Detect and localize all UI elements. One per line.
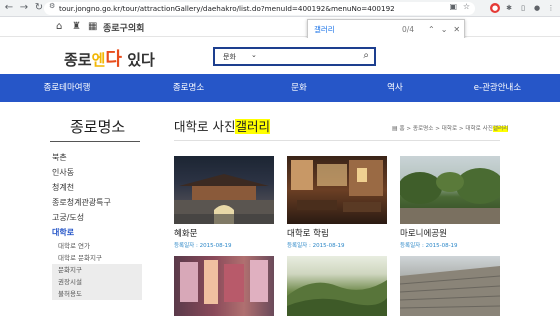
home-icon[interactable]: ⌂: [56, 21, 62, 32]
side-sub-culture-zone[interactable]: 대학로 문화지구: [52, 252, 142, 264]
jongno-symbol-icon[interactable]: ♜: [72, 21, 81, 32]
district-council-link[interactable]: 종로구의회: [103, 21, 144, 34]
side-sub2-prohibited[interactable]: 불허용도: [52, 288, 142, 300]
card-name[interactable]: 혜화문: [174, 227, 274, 239]
breadcrumb-highlight: 갤러리: [492, 126, 509, 132]
bookmark-star-icon[interactable]: ☆: [463, 2, 470, 11]
sidebar-icon[interactable]: ▯: [518, 3, 528, 13]
extension-icon[interactable]: ●: [490, 3, 500, 13]
logo-text-3: 다: [105, 49, 122, 70]
logo-text-2: 엔: [91, 51, 106, 69]
page-title: 대학로 사진갤러리: [174, 116, 270, 135]
nav-theme-tour[interactable]: 종로테마여행: [0, 74, 134, 102]
side-sub-yeonga[interactable]: 대학로 연가: [52, 240, 142, 252]
side-item-palaces[interactable]: 고궁/도성: [52, 210, 142, 225]
breadcrumb-text: 홈 > 종로명소 > 대학로 > 대학로 사진: [399, 126, 493, 132]
browser-toolbar: ← → ↻ ⚙ tour.jongno.go.kr/tour/attractio…: [0, 0, 560, 17]
photo-hakrim[interactable]: [287, 156, 387, 224]
breadcrumb: ▤ 홈 > 종로명소 > 대학로 > 대학로 사진갤러리: [392, 124, 509, 132]
find-input[interactable]: 갤러리: [314, 24, 374, 35]
card-date: 등록일자 : 2015-08-19: [287, 243, 345, 249]
find-count: 0/4: [402, 24, 415, 34]
card-date: 등록일자 : 2015-08-19: [400, 243, 458, 249]
building-icon[interactable]: ▦: [88, 21, 97, 32]
search-icon[interactable]: ⌕: [363, 50, 369, 61]
find-bar: 갤러리 0/4 ⌃ ⌄ ✕: [307, 19, 465, 39]
search-category-select[interactable]: 문화: [223, 52, 236, 62]
back-icon[interactable]: ←: [3, 2, 15, 14]
nav-attractions[interactable]: 종로명소: [134, 74, 243, 102]
card-date: 등록일자 : 2015-08-19: [174, 243, 232, 249]
site-header: 종로엔다 있다 문화 ⌄ ⌕: [0, 38, 560, 74]
side-sub2-culture[interactable]: 문화지구: [52, 264, 142, 276]
nav-culture[interactable]: 문화: [243, 74, 355, 102]
card-name[interactable]: 마로니에공원: [400, 227, 500, 239]
side-menu: 북촌 인사동 청계천 종로청계관광특구 고궁/도성 대학로 대학로 연가 대학로…: [52, 150, 142, 300]
side-divider: [50, 141, 140, 142]
url-text: tour.jongno.go.kr/tour/attractionGallery…: [59, 4, 395, 13]
gallery-card[interactable]: [174, 256, 274, 316]
side-item-bukchon[interactable]: 북촌: [52, 150, 142, 165]
profile-icon[interactable]: ●: [532, 3, 542, 13]
find-next-icon[interactable]: ⌄: [441, 25, 448, 34]
main-nav: 종로테마여행 종로명소 문화 역사 e-관광안내소: [0, 74, 560, 102]
logo-text-4: 있다: [121, 51, 155, 69]
nav-e-tourist-center[interactable]: e-관광안내소: [435, 74, 560, 102]
site-info-icon[interactable]: ⚙: [49, 2, 55, 10]
photo-theater[interactable]: [174, 256, 274, 316]
site-logo[interactable]: 종로엔다 있다: [64, 45, 155, 71]
side-item-special-zone[interactable]: 종로청계관광특구: [52, 195, 142, 210]
address-bar[interactable]: ⚙ tour.jongno.go.kr/tour/attractionGalle…: [44, 2, 475, 15]
gallery-card[interactable]: [400, 256, 500, 316]
chevron-down-icon[interactable]: ⌄: [251, 51, 257, 59]
search-box[interactable]: 문화 ⌄ ⌕: [213, 47, 376, 66]
gallery-card[interactable]: [287, 256, 387, 316]
side-item-insadong[interactable]: 인사동: [52, 165, 142, 180]
logo-text-1: 종로: [64, 51, 92, 69]
photo-hyehwamun[interactable]: [174, 156, 274, 224]
card-name[interactable]: 대학로 학림: [287, 227, 387, 239]
gallery-card[interactable]: 마로니에공원 등록일자 : 2015-08-19: [400, 156, 500, 249]
find-prev-icon[interactable]: ⌃: [428, 25, 435, 34]
page-title-text: 대학로 사진: [174, 119, 236, 134]
title-divider: [174, 140, 500, 141]
side-title: 종로명소: [70, 118, 126, 136]
gallery-card[interactable]: 혜화문 등록일자 : 2015-08-19: [174, 156, 274, 249]
forward-icon[interactable]: →: [18, 2, 30, 14]
page-info-icon[interactable]: ▣: [449, 2, 457, 11]
close-icon[interactable]: ✕: [453, 25, 460, 34]
nav-history[interactable]: 역사: [355, 74, 435, 102]
photo-marronnier-park[interactable]: [400, 156, 500, 224]
side-item-daehakro[interactable]: 대학로: [52, 225, 142, 240]
menu-icon[interactable]: ⋮: [546, 3, 556, 13]
site-topbar: ⌂ ♜ ▦ 종로구의회 GO: [0, 17, 560, 48]
photo-city-wall[interactable]: [400, 256, 500, 316]
photo-naksan[interactable]: [287, 256, 387, 316]
page-title-highlight: 갤러리: [235, 119, 270, 134]
puzzle-icon[interactable]: ✱: [504, 3, 514, 13]
gallery-card[interactable]: 대학로 학림 등록일자 : 2015-08-19: [287, 156, 387, 249]
side-item-cheonggyecheon[interactable]: 청계천: [52, 180, 142, 195]
print-icon[interactable]: ▤: [392, 125, 398, 132]
side-sub2-recommended[interactable]: 권장시설: [52, 276, 142, 288]
